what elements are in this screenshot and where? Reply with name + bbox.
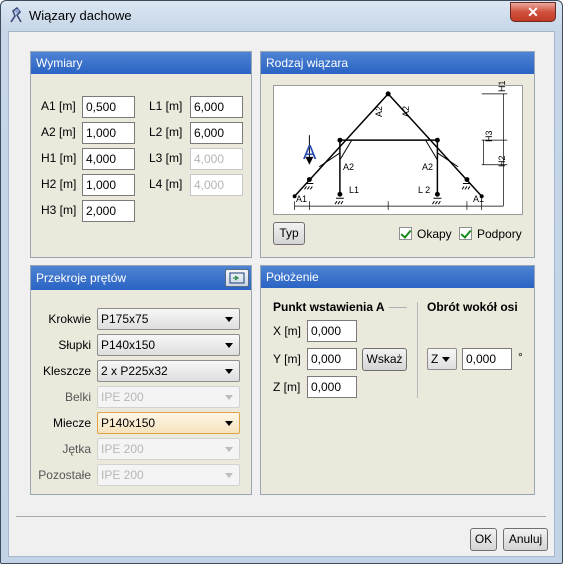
section-label-4: Miecze xyxy=(52,416,91,430)
diagram-dim-label-1: H3 xyxy=(484,130,494,142)
section-label-3: Belki xyxy=(64,390,91,404)
library-icon xyxy=(229,272,245,284)
diagram-dim-label-6: A2 xyxy=(422,162,434,172)
diagram-dim-label-3: A2 xyxy=(374,105,384,117)
dialog-body: Wymiary A1 [m] 0,500 A2 [m] 1,000 H1 [m] 4,00… xyxy=(8,31,555,557)
polozenie-panel: Położenie Punkt wstawienia A Obrót wokół… xyxy=(260,265,535,495)
dim-label-0: A1 [m] xyxy=(41,99,76,113)
dim-input-0[interactable]: 0,500 xyxy=(82,96,135,118)
section-select-1[interactable]: P140x150 xyxy=(97,334,240,356)
section-select-value-3: IPE 200 xyxy=(101,390,144,404)
section-label-2: Kleszcze xyxy=(42,364,91,378)
section-select-0[interactable]: P175x75 xyxy=(97,308,240,330)
section-select-value-4: P140x150 xyxy=(101,416,156,430)
wymiary-header: Wymiary xyxy=(31,52,251,74)
z-label: Z [m] xyxy=(273,380,301,394)
okapy-checkbox[interactable] xyxy=(399,227,412,240)
angle-unit: ° xyxy=(518,350,523,364)
dim-label-4: H3 [m] xyxy=(41,203,77,217)
section-select-value-1: P140x150 xyxy=(101,338,156,352)
footer-separator xyxy=(16,516,546,517)
diagram-dim-label-7: A1 xyxy=(296,194,308,204)
section-select-6: IPE 200 xyxy=(97,464,240,486)
wymiary-panel: Wymiary A1 [m] 0,500 A2 [m] 1,000 H1 [m] 4,00… xyxy=(30,51,252,258)
section-label-6: Pozostałe xyxy=(38,468,91,482)
y-label: Y [m] xyxy=(273,352,301,366)
chevron-down-icon xyxy=(225,317,233,322)
diagram-dim-label-0: H1 xyxy=(497,80,507,92)
dim-input-5[interactable]: 6,000 xyxy=(190,96,243,118)
close-button[interactable]: ✕ xyxy=(510,2,556,22)
dim-label-7: L3 [m] xyxy=(149,151,183,165)
window-title: Wiązary dachowe xyxy=(29,8,132,23)
podpory-checkbox[interactable] xyxy=(459,227,472,240)
chevron-down-icon xyxy=(225,447,233,452)
dim-input-1[interactable]: 1,000 xyxy=(82,122,135,144)
group-separator xyxy=(417,302,418,398)
cancel-button[interactable]: Anuluj xyxy=(503,528,548,551)
insert-point-title: Punkt wstawienia A xyxy=(273,300,385,314)
rotation-title: Obrót wokół osi xyxy=(427,300,518,314)
section-select-value-5: IPE 200 xyxy=(101,442,144,456)
chevron-down-icon xyxy=(225,343,233,348)
dim-label-8: L4 [m] xyxy=(149,177,183,191)
section-select-value-2: 2 x P225x32 xyxy=(101,364,168,378)
dim-label-6: L2 [m] xyxy=(149,125,183,139)
chevron-down-icon xyxy=(225,421,233,426)
insert-title-line xyxy=(389,307,407,308)
przekroje-header: Przekroje prętów xyxy=(31,266,251,290)
app-icon xyxy=(10,7,22,23)
dim-label-1: A2 [m] xyxy=(41,125,76,139)
axis-select-value: Z xyxy=(431,352,439,366)
diagram-point-label: A xyxy=(303,142,317,164)
polozenie-header: Położenie xyxy=(261,266,534,288)
dim-input-6[interactable]: 6,000 xyxy=(190,122,243,144)
pick-point-button[interactable]: Wskaż xyxy=(362,348,407,371)
dim-label-3: H2 [m] xyxy=(41,177,77,191)
diagram-dim-label-8: L1 xyxy=(349,185,360,195)
dim-input-7: 4,000 xyxy=(190,148,243,170)
diagram-dim-label-10: A1 xyxy=(473,194,485,204)
chevron-down-icon xyxy=(225,473,233,478)
diagram-dim-label-4: A2 xyxy=(343,162,355,172)
x-input[interactable]: 0,000 xyxy=(307,320,357,342)
section-select-2[interactable]: 2 x P225x32 xyxy=(97,360,240,382)
section-select-4[interactable]: P140x150 xyxy=(97,412,240,434)
dim-input-4[interactable]: 2,000 xyxy=(82,200,135,222)
section-select-value-0: P175x75 xyxy=(101,312,149,326)
title-bar: Wiązary dachowe ✕ xyxy=(1,1,562,31)
rodzaj-panel: Rodzaj wiązara A H1 H3 H2 A2 A2 A2 A2 A1… xyxy=(260,51,535,258)
x-label: X [m] xyxy=(273,324,302,338)
dim-input-8: 4,000 xyxy=(190,174,243,196)
dim-input-3[interactable]: 1,000 xyxy=(82,174,135,196)
dim-input-2[interactable]: 4,000 xyxy=(82,148,135,170)
ok-button[interactable]: OK xyxy=(470,528,497,551)
diagram-dim-label-5: A2 xyxy=(401,105,411,117)
dim-label-2: H1 [m] xyxy=(41,151,77,165)
chevron-down-icon xyxy=(225,369,233,374)
section-select-3: IPE 200 xyxy=(97,386,240,408)
angle-input[interactable]: 0,000 xyxy=(462,348,512,370)
section-label-0: Krokwie xyxy=(48,312,91,326)
diagram-dim-label-2: H2 xyxy=(497,155,507,167)
section-select-value-6: IPE 200 xyxy=(101,468,144,482)
dim-label-5: L1 [m] xyxy=(149,99,183,113)
rodzaj-header: Rodzaj wiązara xyxy=(261,52,534,74)
section-label-1: Słupki xyxy=(58,338,91,352)
przekroje-panel: Przekroje prętów Krokwie P175x75 Słupki P14… xyxy=(30,265,252,495)
chevron-down-icon xyxy=(225,395,233,400)
okapy-label: Okapy xyxy=(417,227,452,241)
z-input[interactable]: 0,000 xyxy=(307,376,357,398)
y-input[interactable]: 0,000 xyxy=(307,348,357,370)
diagram-dim-label-9: L 2 xyxy=(418,185,431,195)
dialog-window: Wiązary dachowe ✕ Wymiary A1 [m] 0,500 A2 … xyxy=(0,0,563,564)
section-select-5: IPE 200 xyxy=(97,438,240,460)
section-library-button[interactable] xyxy=(225,269,249,287)
type-button[interactable]: Typ xyxy=(273,222,305,245)
section-label-5: Jętka xyxy=(62,442,91,456)
podpory-label: Podpory xyxy=(477,227,522,241)
axis-select[interactable]: Z xyxy=(427,348,457,370)
